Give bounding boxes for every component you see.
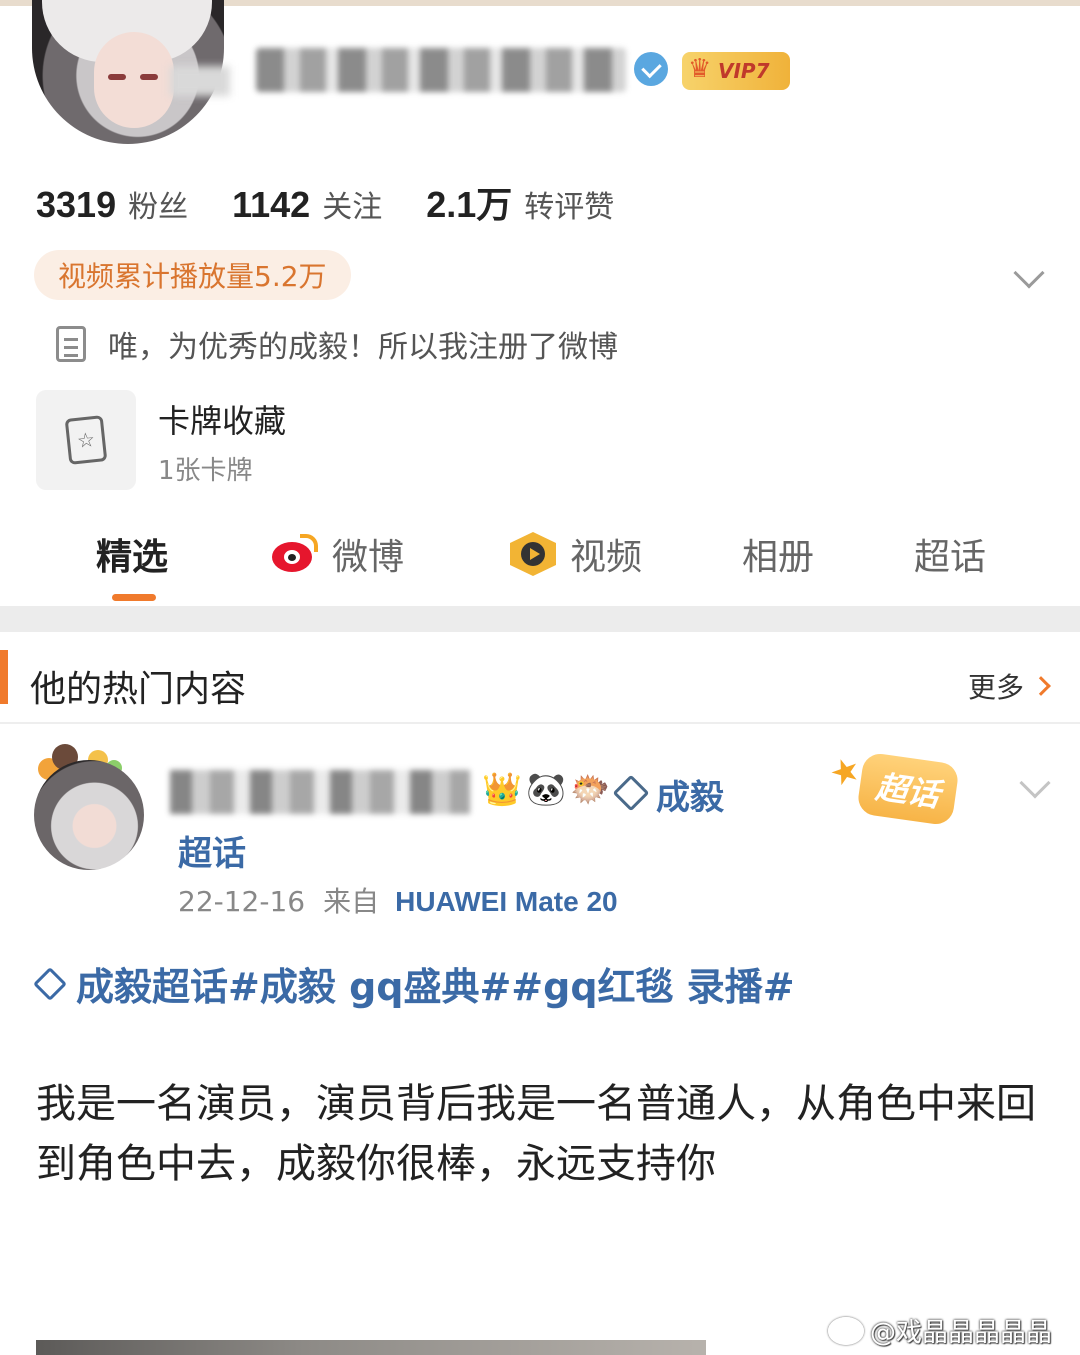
tab-super-topic[interactable]: 超话 xyxy=(914,528,986,580)
tab-label: 微博 xyxy=(332,537,405,578)
tab-label: 相册 xyxy=(742,537,815,578)
post-hashtags[interactable]: 成毅超话#成毅 gq盛典##gq红毯 录播# xyxy=(33,956,795,1011)
tab-weibo[interactable]: 微博 xyxy=(272,528,404,580)
post-date: 22-12-16 xyxy=(178,885,306,918)
profile-tabs: 精选 微博 视频 相册 超话 xyxy=(0,524,1080,604)
tab-album[interactable]: 相册 xyxy=(742,528,814,580)
post-body-text: 我是一名演员，演员背后我是一名普通人，从角色中来回到角色中去，成毅你很棒，永远支… xyxy=(36,1081,1036,1187)
post-meta: 22-12-16 来自 HUAWEI Mate 20 xyxy=(178,880,618,920)
tab-label: 超话 xyxy=(914,537,987,578)
post-author-avatar[interactable] xyxy=(34,760,144,870)
section-divider xyxy=(0,606,1080,632)
chevron-down-icon[interactable] xyxy=(1019,767,1051,799)
stat-value: 1142 xyxy=(232,184,311,225)
pufferfish-icon: 🐡 xyxy=(570,770,610,808)
post-device[interactable]: HUAWEI Mate 20 xyxy=(395,886,618,918)
card-collection-thumbnail[interactable]: ☆ xyxy=(36,390,136,490)
avatar-face xyxy=(94,32,174,128)
active-tab-indicator xyxy=(112,594,156,601)
stat-label: 转评赞 xyxy=(524,190,615,225)
super-topic-link-suffix[interactable]: 超话 xyxy=(178,826,246,875)
stat-interactions[interactable]: 2.1万 转评赞 xyxy=(426,176,614,228)
weibo-icon xyxy=(272,534,318,572)
diamond-icon xyxy=(33,966,67,1001)
stat-label: 粉丝 xyxy=(128,190,189,225)
tab-label: 视频 xyxy=(570,537,643,578)
more-label: 更多 xyxy=(968,671,1025,704)
chevron-down-icon[interactable] xyxy=(1013,257,1045,289)
tab-label: 精选 xyxy=(96,537,169,578)
stat-followers[interactable]: 3319 粉丝 xyxy=(36,182,188,226)
post-source-label: 来自 xyxy=(323,885,380,918)
divider xyxy=(0,722,1080,724)
watermark-text: @戏晶晶晶晶晶 xyxy=(870,1318,1053,1348)
document-icon xyxy=(56,326,86,362)
post-hashtags-text: 成毅超话#成毅 gq盛典##gq红毯 录播# xyxy=(76,965,795,1009)
verified-icon xyxy=(634,52,668,86)
stat-label: 关注 xyxy=(322,190,383,225)
super-topic-sticker: 超话 xyxy=(856,751,960,827)
watermark: @戏晶晶晶晶晶 xyxy=(828,1312,1052,1349)
stat-following[interactable]: 1142 关注 xyxy=(232,182,382,226)
diamond-icon xyxy=(612,774,650,812)
panda-icon: 🐼 xyxy=(526,770,566,808)
post-author-name-blurred xyxy=(170,770,470,814)
profile-stats: 3319 粉丝 1142 关注 2.1万 转评赞 xyxy=(36,176,658,228)
tab-video[interactable]: 视频 xyxy=(510,528,642,580)
stat-value: 2.1万 xyxy=(426,184,513,225)
profile-bio: 唯，为优秀的成毅！所以我注册了微博 xyxy=(56,322,618,366)
card-collection-title[interactable]: 卡牌收藏 xyxy=(158,396,286,442)
avatar-eye xyxy=(140,74,158,80)
vip-badge[interactable]: VIP7 xyxy=(682,52,790,90)
section-accent-bar xyxy=(0,650,8,704)
weibo-logo-pupil xyxy=(288,554,296,561)
more-link[interactable]: 更多 xyxy=(968,666,1051,706)
profile-name-blurred xyxy=(256,48,626,92)
hot-content-title: 他的热门内容 xyxy=(30,669,247,710)
card-star-icon: ☆ xyxy=(64,415,108,465)
weibo-icon xyxy=(828,1316,864,1345)
bio-text: 唯，为优秀的成毅！所以我注册了微博 xyxy=(108,330,618,365)
crown-icon: 👑 xyxy=(482,770,522,808)
video-play-count-pill[interactable]: 视频累计播放量5.2万 xyxy=(34,250,351,300)
card-collection-count: 1张卡牌 xyxy=(158,456,253,486)
chevron-right-icon xyxy=(1031,676,1051,696)
avatar-eye xyxy=(108,74,126,80)
stat-value: 3319 xyxy=(36,184,117,225)
name-blur-fragment xyxy=(170,66,230,96)
video-icon xyxy=(510,532,556,576)
post-image-preview[interactable] xyxy=(36,1340,706,1355)
super-topic-link[interactable]: 成毅 xyxy=(656,770,724,819)
weibo-logo-arc xyxy=(300,534,318,552)
tab-featured[interactable]: 精选 xyxy=(96,528,168,580)
